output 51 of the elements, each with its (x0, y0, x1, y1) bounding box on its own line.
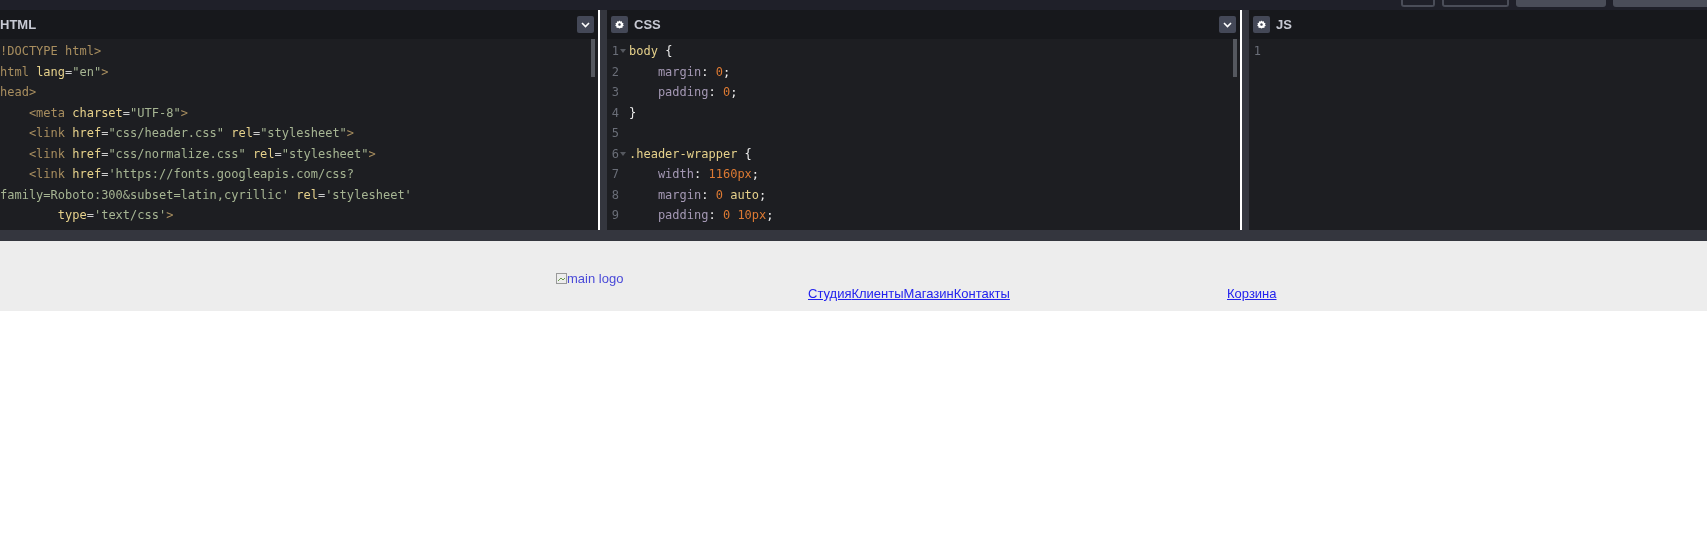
code-line: html lang="en"> (0, 64, 109, 79)
line-number: 5 (611, 126, 619, 141)
code-line: family=Roboto:300&subset=latin,cyrillic' rel='stylesheet' (0, 187, 412, 202)
top-bar-button[interactable] (1401, 0, 1435, 7)
fold-arrow-icon[interactable] (620, 151, 626, 156)
code-line: body { (629, 44, 673, 59)
nav-link[interactable]: Магазин (903, 286, 954, 301)
line-number: 8 (611, 187, 619, 202)
nav-link[interactable]: Студия (808, 286, 852, 301)
code-line: <link href='https://fonts.googleapis.com/css? (27, 167, 355, 182)
line-number: 7 (611, 167, 619, 182)
panel-title: CSS (634, 17, 661, 32)
code-line: !DOCTYPE html> (0, 44, 102, 59)
fold-arrow-icon[interactable] (620, 49, 626, 54)
panel-title: HTML (0, 17, 37, 32)
image-alt-text: main logo (567, 271, 624, 286)
panel-title: JS (1276, 17, 1292, 32)
settings-button[interactable] (611, 16, 628, 33)
settings-button[interactable] (1253, 16, 1270, 33)
line-number: 6 (611, 146, 619, 161)
broken-image-icon (556, 273, 567, 284)
code-line: <link href="css/header.css" rel="stylesheet"> (27, 126, 355, 141)
scrollbar[interactable] (591, 39, 595, 77)
top-bar-button[interactable] (1442, 0, 1509, 7)
chevron-down-icon (581, 21, 590, 28)
code-line: width: 1160px; (656, 167, 760, 182)
line-number: 1 (1253, 44, 1261, 59)
settings-icon (1257, 20, 1266, 29)
code-line: margin: 0 auto; (656, 187, 767, 202)
scrollbar[interactable] (1233, 39, 1237, 77)
line-number: 2 (611, 64, 619, 79)
line-number: 9 (611, 208, 619, 223)
line-number: 1 (611, 44, 619, 59)
code-line: .header-wrapper { (629, 146, 752, 161)
nav-link[interactable]: Клиенты (851, 286, 904, 301)
collapse-button[interactable] (577, 16, 594, 33)
code-line: padding: 0; (656, 85, 738, 100)
cart-link[interactable]: Корзина (1227, 286, 1277, 301)
code-line: type='text/css'> (56, 208, 174, 223)
code-line: head> (0, 85, 37, 100)
code-line: padding: 0 10px; (656, 208, 774, 223)
line-number: 3 (611, 85, 619, 100)
settings-icon (615, 20, 624, 29)
nav-link[interactable]: Контакты (953, 286, 1010, 301)
code-line: margin: 0; (656, 64, 731, 79)
code-line: <meta charset="UTF-8"> (27, 105, 188, 120)
code-line: } (629, 105, 637, 120)
code-line: <link href="css/normalize.css" rel="stylesheet"> (27, 146, 376, 161)
collapse-button[interactable] (1219, 16, 1236, 33)
chevron-down-icon (1223, 21, 1232, 28)
line-number: 4 (611, 105, 619, 120)
